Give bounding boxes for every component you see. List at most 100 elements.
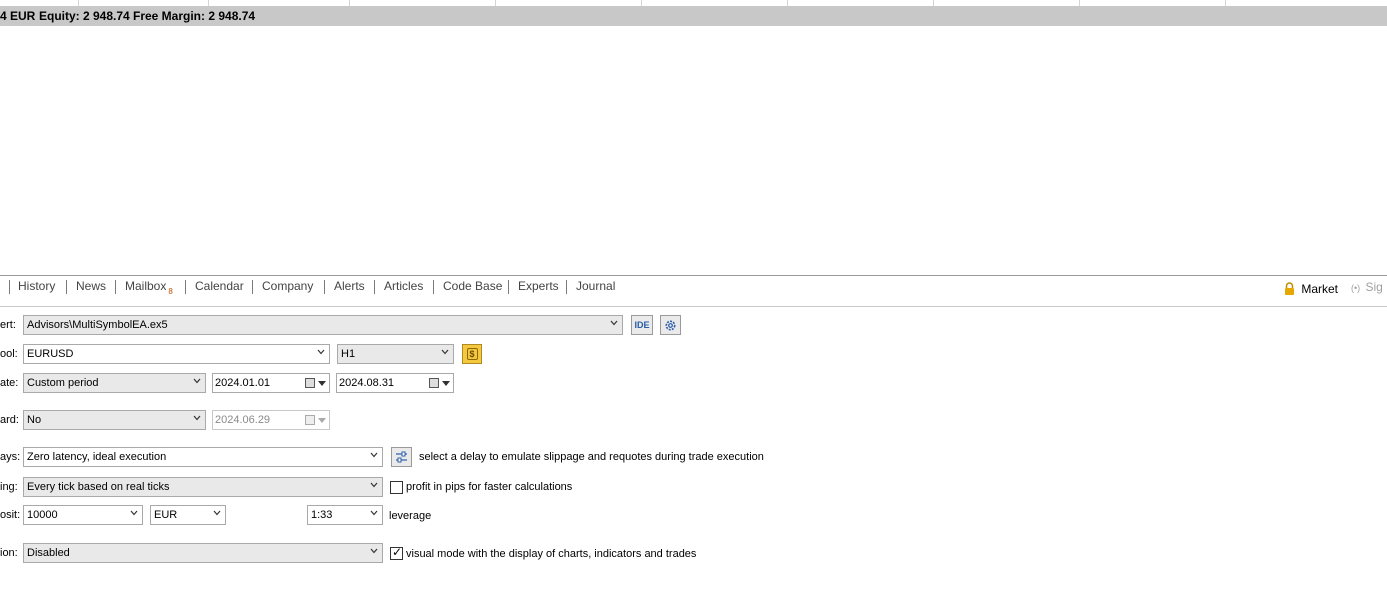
gear-icon [665,320,676,331]
sliders-icon [396,451,407,463]
forward-date-picker: 2024.06.29 [212,410,330,430]
tab-alerts[interactable]: Alerts [334,279,365,293]
profit-in-pips-checkbox[interactable] [390,481,403,494]
symbol-properties-button[interactable]: $ [462,344,482,364]
lock-icon [1285,282,1294,295]
dropdown-arrow-icon [318,381,326,386]
timeframe-select[interactable]: H1 [337,344,454,364]
forward-date-value: 2024.06.29 [215,414,271,426]
deposit-amount-select[interactable]: 10000 [23,505,143,525]
delays-hint: select a delay to emulate slippage and r… [419,451,764,463]
calendar-icon [429,378,439,388]
date-to-picker[interactable]: 2024.08.31 [336,373,454,393]
ide-button[interactable]: IDE [631,315,653,335]
leverage-select[interactable]: 1:33 [307,505,383,525]
tab-separator [374,280,375,294]
tab-separator [566,280,567,294]
chevron-down-icon [130,510,138,516]
broadcast-icon: (•) [1351,283,1361,293]
tab-separator [508,280,509,294]
tab-separator [115,280,116,294]
delay-settings-button[interactable] [391,447,412,467]
tab-company[interactable]: Company [262,279,313,293]
optimization-select[interactable]: Disabled [23,543,383,563]
toolbox-tab-strip: History News Mailbox 8 Calendar Company A… [0,275,1387,299]
calendar-icon [305,415,315,425]
modeling-value: Every tick based on real ticks [27,481,170,493]
calendar-icon [305,378,315,388]
tab-calendar[interactable]: Calendar [195,279,244,293]
symbol-select[interactable]: EURUSD [23,344,330,364]
tab-divider [0,306,1387,307]
expert-select[interactable]: Advisors\MultiSymbolEA.ex5 [23,315,623,335]
expert-value: Advisors\MultiSymbolEA.ex5 [27,319,168,331]
signals-label: Sig [1365,280,1383,294]
symbol-label: ool: [0,348,18,360]
chevron-down-icon [193,378,201,384]
tab-history[interactable]: History [18,279,55,293]
date-range-value: Custom period [27,377,99,389]
optimization-label: ion: [0,547,18,559]
timeframe-value: H1 [341,348,356,360]
chevron-down-icon [317,349,325,355]
deposit-amount-value: 10000 [27,509,58,521]
tab-mailbox[interactable]: Mailbox 8 [125,279,173,296]
tab-separator [66,280,67,294]
account-status-bar: 4 EUR Equity: 2 948.74 Free Margin: 2 94… [0,6,1387,26]
chevron-down-icon [193,415,201,421]
date-from-picker[interactable]: 2024.01.01 [212,373,330,393]
deposit-currency-select[interactable]: EUR [150,505,226,525]
symbol-value: EURUSD [27,348,74,360]
signals-button[interactable]: (•) Sig [1351,280,1383,294]
date-from-value: 2024.01.01 [215,377,271,389]
expert-settings-button[interactable] [660,315,681,335]
mailbox-count-badge: 8 [168,287,173,296]
tab-articles[interactable]: Articles [384,279,423,293]
market-button[interactable]: Market [1284,280,1338,296]
tab-code-base[interactable]: Code Base [443,279,502,293]
tab-journal[interactable]: Journal [576,279,615,293]
chevron-down-icon [370,510,378,516]
optimization-value: Disabled [27,547,70,559]
market-label: Market [1301,282,1339,296]
forward-value: No [27,414,42,426]
tab-separator [324,280,325,294]
balance-text: 4 EUR [0,9,36,23]
deposit-currency-value: EUR [154,509,178,521]
forward-select[interactable]: No [23,410,206,430]
date-to-value: 2024.08.31 [339,377,395,389]
free-margin-text: Free Margin: 2 948.74 [133,9,256,23]
chevron-down-icon [370,452,378,458]
dropdown-arrow-icon [442,381,450,386]
delays-label: ays: [0,451,21,463]
dropdown-arrow-icon [318,418,326,423]
leverage-label: leverage [389,510,432,522]
chevron-down-icon [441,349,449,355]
modeling-select[interactable]: Every tick based on real ticks [23,477,383,497]
tab-experts[interactable]: Experts [518,279,559,293]
tab-news[interactable]: News [76,279,106,293]
chevron-down-icon [370,548,378,554]
leverage-value: 1:33 [311,509,333,521]
delays-select[interactable]: Zero latency, ideal execution [23,447,383,467]
deposit-label: osit: [0,509,21,521]
visual-mode-label: visual mode with the display of charts, … [406,548,697,560]
expert-label: ert: [0,319,16,331]
tab-separator [252,280,253,294]
chevron-down-icon [610,320,618,326]
visual-mode-checkbox[interactable]: ✓ [390,545,403,560]
tab-mailbox-label: Mailbox [125,279,167,293]
tab-separator [433,280,434,294]
date-range-select[interactable]: Custom period [23,373,206,393]
date-label: ate: [0,377,19,389]
forward-label: ard: [0,414,19,426]
checkmark-icon: ✓ [392,545,403,559]
tab-separator [185,280,186,294]
equity-text: Equity: 2 948.74 [39,9,130,23]
modeling-label: ing: [0,481,18,493]
profit-in-pips-label: profit in pips for faster calculations [406,481,573,493]
tab-separator [9,280,10,294]
chevron-down-icon [370,482,378,488]
delays-value: Zero latency, ideal execution [27,451,167,463]
chevron-down-icon [213,510,221,516]
